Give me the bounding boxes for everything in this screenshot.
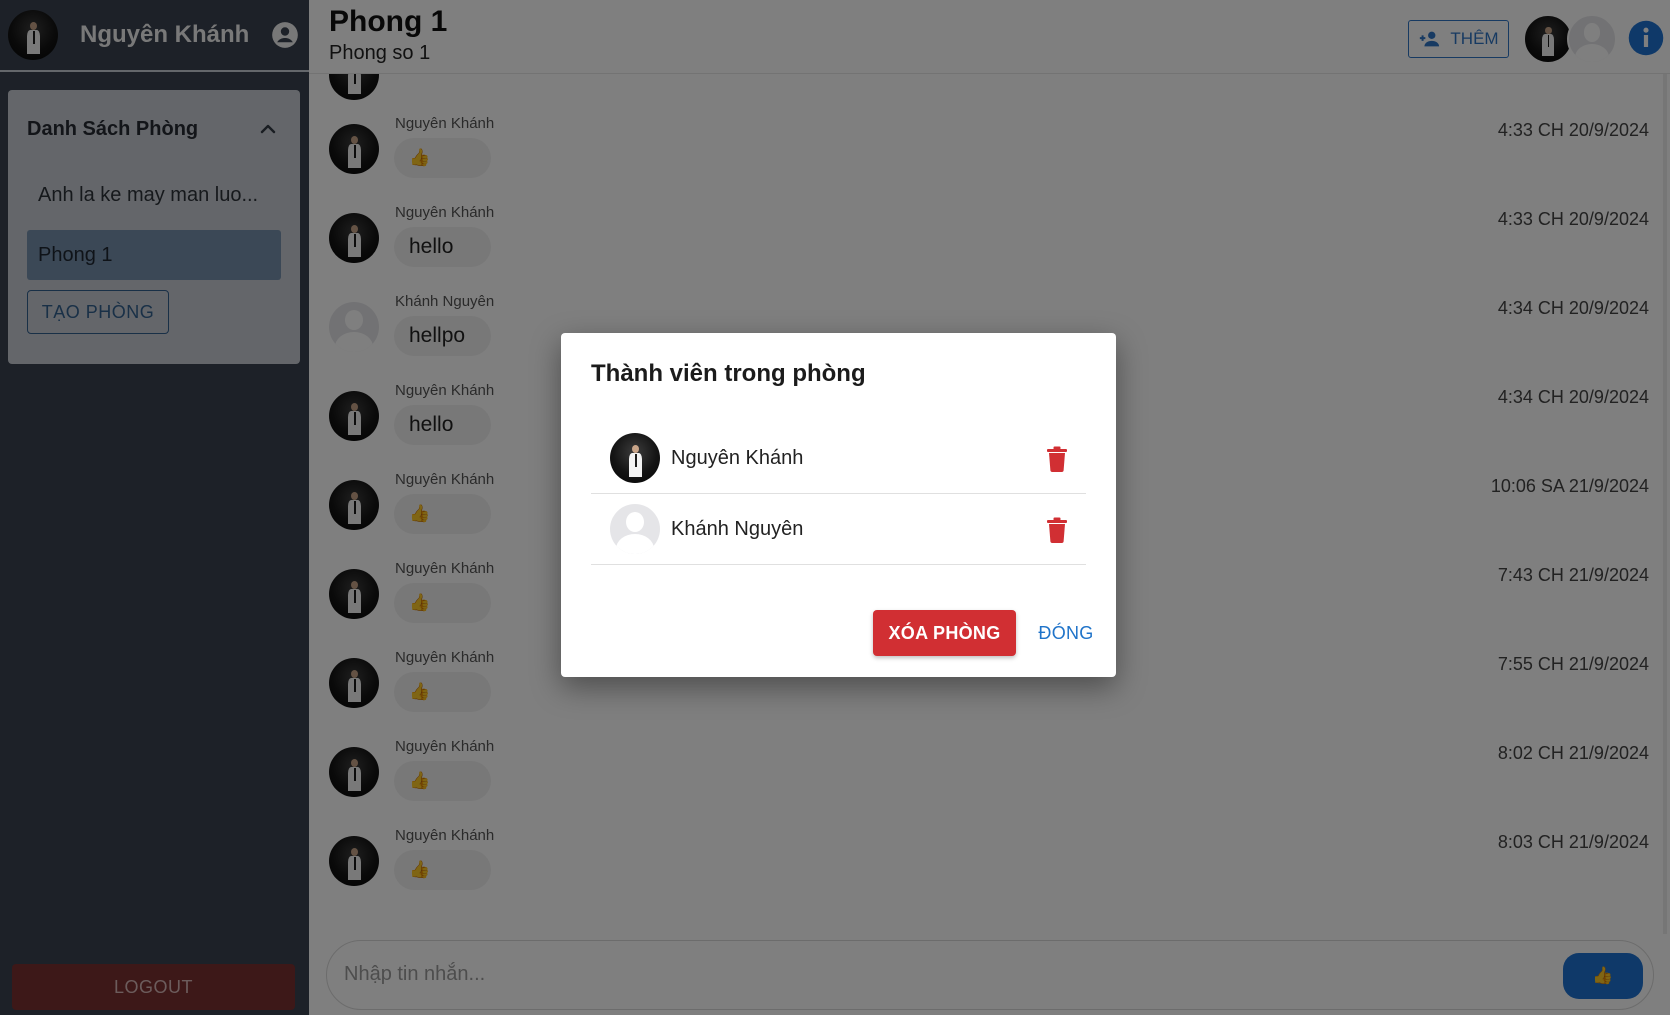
dialog-title: Thành viên trong phòng bbox=[591, 360, 866, 387]
trash-icon[interactable] bbox=[1045, 446, 1069, 472]
delete-room-button[interactable]: XÓA PHÒNG bbox=[873, 610, 1016, 656]
member-name: Nguyên Khánh bbox=[671, 447, 804, 469]
member-name: Khánh Nguyên bbox=[671, 518, 804, 540]
members-dialog: Thành viên trong phòng Nguyên Khánh Khán… bbox=[561, 333, 1116, 677]
member-avatar bbox=[610, 504, 660, 554]
trash-icon[interactable] bbox=[1045, 517, 1069, 543]
member-row: Nguyên Khánh bbox=[591, 423, 1086, 494]
member-avatar bbox=[610, 433, 660, 483]
member-row: Khánh Nguyên bbox=[591, 494, 1086, 565]
close-dialog-button[interactable]: ĐÓNG bbox=[1036, 610, 1096, 656]
